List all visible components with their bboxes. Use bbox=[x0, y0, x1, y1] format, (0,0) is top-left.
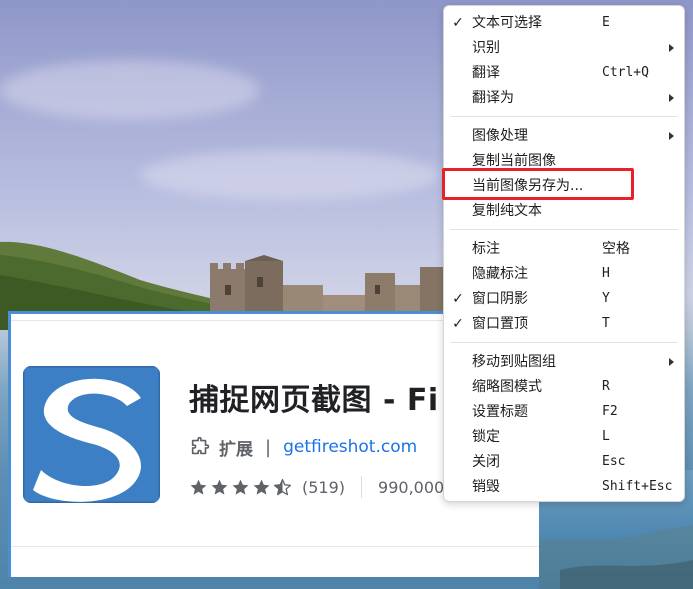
menu-item-window-shadow[interactable]: ✓ 窗口阴影 Y bbox=[444, 287, 684, 311]
extension-title: 捕捉网页截图 - Fi bbox=[189, 383, 439, 418]
menu-item-hide-annotations[interactable]: 隐藏标注 H bbox=[444, 262, 684, 286]
check-icon: ✓ bbox=[452, 15, 464, 31]
divider bbox=[11, 546, 539, 547]
menu-item-translate[interactable]: 翻译 Ctrl+Q bbox=[444, 61, 684, 85]
menu-item-shortcut: Ctrl+Q bbox=[602, 65, 649, 80]
check-icon: ✓ bbox=[452, 291, 464, 307]
menu-item-shortcut: R bbox=[602, 379, 610, 394]
menu-item-label: 窗口置顶 bbox=[472, 316, 528, 332]
menu-item-always-on-top[interactable]: ✓ 窗口置顶 T bbox=[444, 312, 684, 336]
menu-item-set-title[interactable]: 设置标题 F2 bbox=[444, 400, 684, 424]
cloud bbox=[140, 150, 440, 200]
menu-separator bbox=[450, 229, 678, 230]
submenu-arrow-icon bbox=[669, 94, 674, 102]
menu-separator bbox=[450, 342, 678, 343]
menu-item-label: 隐藏标注 bbox=[472, 266, 528, 282]
highlight-annotation-box bbox=[442, 168, 634, 200]
star-full-icon bbox=[232, 479, 249, 495]
menu-item-shortcut: H bbox=[602, 266, 610, 281]
menu-item-label: 关闭 bbox=[472, 454, 500, 470]
menu-item-annotate[interactable]: 标注 空格 bbox=[444, 237, 684, 261]
extension-type-label: 扩展 bbox=[219, 439, 253, 460]
menu-item-shortcut: Y bbox=[602, 291, 610, 306]
menu-item-label: 窗口阴影 bbox=[472, 291, 528, 307]
meta-separator: | bbox=[265, 436, 272, 458]
menu-item-shortcut: T bbox=[602, 316, 610, 331]
context-menu: ✓ 文本可选择 E 识别 翻译 Ctrl+Q 翻译为 图像处理 复制当前图像 当… bbox=[443, 5, 685, 502]
menu-item-label: 图像处理 bbox=[472, 128, 528, 144]
submenu-arrow-icon bbox=[669, 44, 674, 52]
menu-item-label: 设置标题 bbox=[472, 404, 528, 420]
menu-item-label: 翻译为 bbox=[472, 90, 514, 106]
menu-item-copy-plain-text[interactable]: 复制纯文本 bbox=[444, 199, 684, 223]
menu-item-close[interactable]: 关闭 Esc bbox=[444, 450, 684, 474]
user-count: 990,000 bbox=[378, 477, 445, 497]
submenu-arrow-icon bbox=[669, 358, 674, 366]
menu-item-label: 移动到贴图组 bbox=[472, 354, 556, 370]
website-link[interactable]: getfireshot.com bbox=[283, 437, 417, 457]
menu-item-label: 文本可选择 bbox=[472, 15, 542, 31]
puzzle-piece-icon bbox=[191, 436, 210, 455]
menu-item-shortcut: Shift+Esc bbox=[602, 479, 673, 494]
menu-item-recognize[interactable]: 识别 bbox=[444, 36, 684, 60]
menu-item-move-to-group[interactable]: 移动到贴图组 bbox=[444, 350, 684, 374]
menu-item-label: 翻译 bbox=[472, 65, 500, 81]
menu-item-label: 缩略图模式 bbox=[472, 379, 542, 395]
menu-item-thumbnail-mode[interactable]: 缩略图模式 R bbox=[444, 375, 684, 399]
rating-divider bbox=[361, 476, 363, 498]
menu-item-translate-to[interactable]: 翻译为 bbox=[444, 86, 684, 110]
menu-item-destroy[interactable]: 销毁 Shift+Esc bbox=[444, 475, 684, 499]
menu-item-shortcut: L bbox=[602, 429, 610, 444]
menu-separator bbox=[450, 116, 678, 117]
menu-item-image-processing[interactable]: 图像处理 bbox=[444, 124, 684, 148]
check-icon: ✓ bbox=[452, 316, 464, 332]
star-half-icon bbox=[273, 478, 292, 495]
star-rating bbox=[189, 478, 294, 497]
menu-item-shortcut: F2 bbox=[602, 404, 618, 419]
menu-item-shortcut: 空格 bbox=[602, 241, 630, 257]
menu-item-text-selectable[interactable]: ✓ 文本可选择 E bbox=[444, 11, 684, 35]
rating-count: (519) bbox=[302, 477, 346, 497]
menu-item-lock[interactable]: 锁定 L bbox=[444, 425, 684, 449]
extension-meta-row: 扩展 | getfireshot.com bbox=[189, 434, 417, 460]
menu-item-label: 锁定 bbox=[472, 429, 500, 445]
menu-item-label: 销毁 bbox=[472, 479, 500, 495]
fireshot-logo bbox=[23, 366, 160, 503]
menu-item-label: 识别 bbox=[472, 40, 500, 56]
menu-item-label: 标注 bbox=[472, 241, 500, 257]
star-full-icon bbox=[211, 479, 228, 495]
rating-row: (519) 990,000 bbox=[189, 474, 444, 500]
cloud bbox=[0, 60, 260, 120]
star-full-icon bbox=[190, 479, 207, 495]
submenu-arrow-icon bbox=[669, 132, 674, 140]
menu-item-shortcut: Esc bbox=[602, 454, 626, 469]
menu-item-label: 复制纯文本 bbox=[472, 203, 542, 219]
star-full-icon bbox=[253, 479, 270, 495]
menu-item-shortcut: E bbox=[602, 15, 610, 30]
